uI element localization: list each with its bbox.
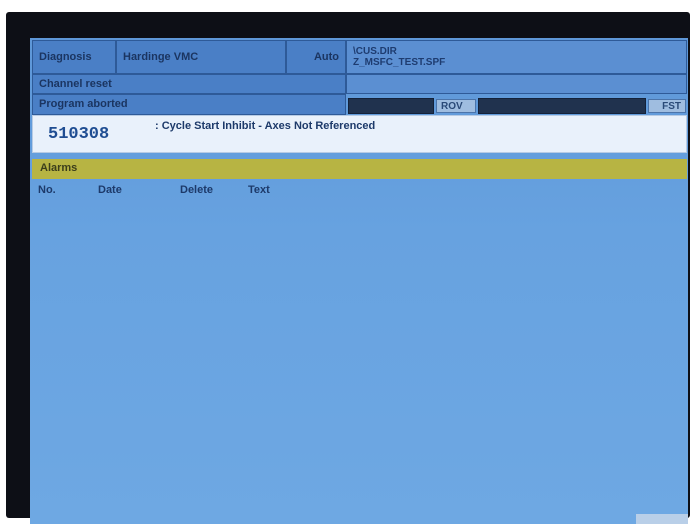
status-filler (346, 74, 687, 94)
photo-frame: Diagnosis Hardinge VMC Auto \CUS.DIR Z_M… (0, 0, 694, 525)
alarm-message: : Cycle Start Inhibit - Axes Not Referen… (155, 120, 376, 132)
softkey-indicator (636, 514, 688, 524)
machine-name: Hardinge VMC (116, 40, 286, 74)
column-header-text: Text (248, 184, 270, 196)
rov-indicator: ROV (436, 99, 476, 113)
mode-group-label[interactable]: Diagnosis (32, 40, 116, 74)
program-directory: \CUS.DIR (353, 46, 397, 57)
column-header-delete: Delete (180, 184, 214, 196)
program-file: Z_MSFC_TEST.SPF (353, 57, 446, 68)
program-status: Program aborted (32, 94, 346, 115)
channel-status: Channel reset (32, 74, 346, 94)
alarm-number: 510308 (48, 125, 110, 144)
alarm-list[interactable] (32, 200, 687, 524)
alarms-panel-title: Alarms (32, 159, 687, 179)
column-header-no: No. (38, 184, 56, 196)
program-path: \CUS.DIR Z_MSFC_TEST.SPF (346, 40, 687, 74)
cnc-screen: Diagnosis Hardinge VMC Auto \CUS.DIR Z_M… (30, 38, 688, 524)
operating-mode: Auto (286, 40, 346, 74)
status-bar-right (478, 98, 646, 114)
alarm-message-line: 510308 : Cycle Start Inhibit - Axes Not … (32, 115, 687, 153)
right-indicator: FST (648, 99, 686, 113)
status-bar-left (348, 98, 434, 114)
column-header-date: Date (98, 184, 122, 196)
